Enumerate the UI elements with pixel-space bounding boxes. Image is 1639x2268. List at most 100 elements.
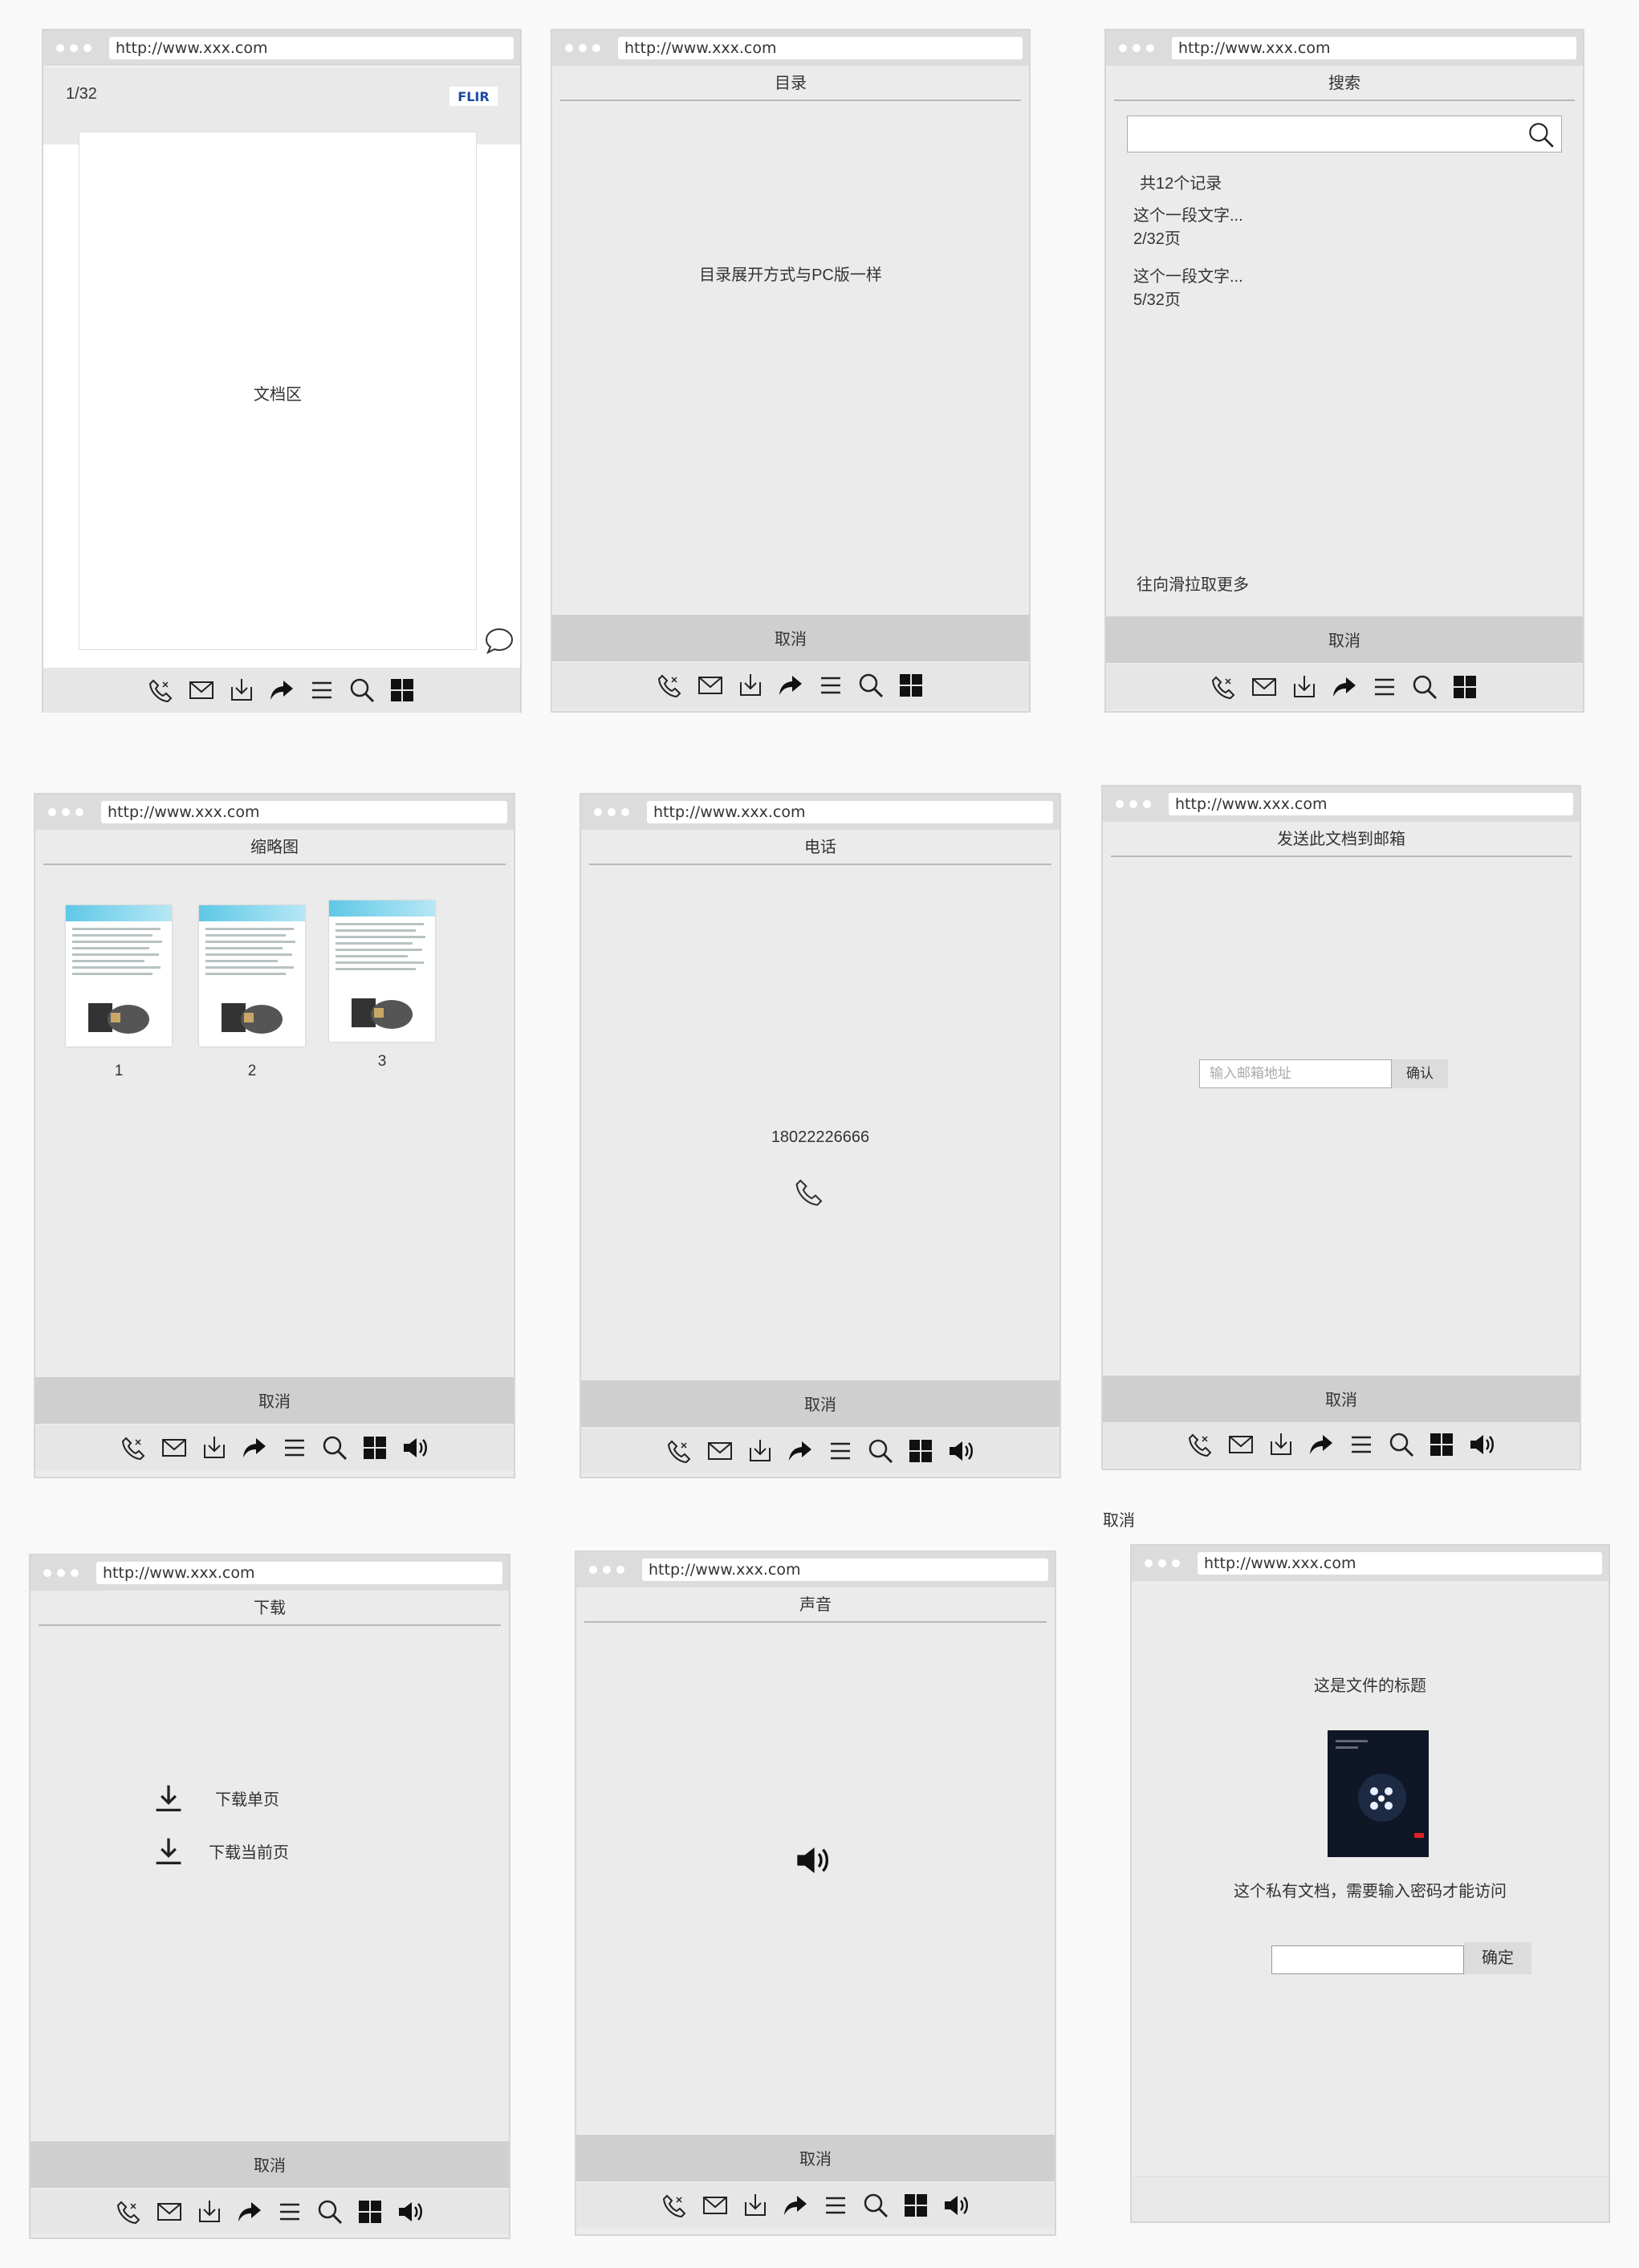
confirm-button[interactable]: 确定 (1464, 1942, 1531, 1974)
cancel-button[interactable]: 取消 (1103, 1376, 1580, 1422)
cancel-button[interactable]: 取消 (581, 1380, 1059, 1427)
search-icon[interactable] (1408, 670, 1442, 704)
mail-icon[interactable] (703, 1434, 737, 1468)
search-icon[interactable] (1526, 120, 1556, 150)
menu-icon[interactable] (305, 673, 339, 707)
page-thumbnail[interactable] (66, 905, 172, 1047)
phone-icon[interactable] (1207, 670, 1241, 704)
grid-icon[interactable] (899, 2189, 933, 2222)
result-item[interactable]: 这个一段文字... 5/32页 (1133, 263, 1243, 310)
url-field[interactable]: http://www.xxx.com (647, 801, 1053, 823)
url-field[interactable]: http://www.xxx.com (1198, 1552, 1602, 1575)
share-icon[interactable] (238, 1431, 271, 1465)
phone-icon[interactable] (1184, 1428, 1218, 1461)
menu-icon[interactable] (819, 2189, 852, 2222)
share-icon[interactable] (233, 2195, 266, 2229)
password-input[interactable] (1271, 1945, 1464, 1974)
download-single-page-option[interactable]: 下载单页 (151, 1780, 279, 1815)
grid-icon[interactable] (1425, 1428, 1458, 1461)
window-dots (1119, 44, 1154, 52)
download-icon[interactable] (734, 669, 767, 702)
menu-icon[interactable] (824, 1434, 857, 1468)
url-field[interactable]: http://www.xxx.com (1169, 793, 1573, 815)
call-icon[interactable] (793, 1175, 827, 1209)
screen-search: http://www.xxx.com 搜索 共12个记录 这个一段文字... 2… (1104, 29, 1584, 713)
search-icon[interactable] (859, 2189, 893, 2222)
mail-icon[interactable] (1247, 670, 1281, 704)
phone-icon[interactable] (658, 2189, 692, 2222)
phone-icon[interactable] (117, 1431, 151, 1465)
mail-icon[interactable] (153, 2195, 186, 2229)
download-icon[interactable] (1264, 1428, 1298, 1461)
grid-icon[interactable] (353, 2195, 387, 2229)
phone-title: 电话 (804, 839, 836, 856)
share-icon[interactable] (265, 673, 299, 707)
download-icon[interactable] (225, 673, 258, 707)
url-field[interactable]: http://www.xxx.com (642, 1559, 1048, 1581)
page-thumbnail[interactable] (329, 900, 435, 1042)
page-thumbnail[interactable] (199, 905, 305, 1047)
share-icon[interactable] (1328, 670, 1361, 704)
url-field[interactable]: http://www.xxx.com (109, 37, 514, 59)
menu-icon[interactable] (278, 1431, 311, 1465)
grid-icon[interactable] (1448, 670, 1482, 704)
download-icon[interactable] (1287, 670, 1321, 704)
result-item[interactable]: 这个一段文字... 2/32页 (1133, 202, 1243, 249)
mail-icon[interactable] (185, 673, 218, 707)
sound-icon[interactable] (398, 1431, 432, 1465)
grid-icon[interactable] (894, 669, 928, 702)
download-icon[interactable] (193, 2195, 226, 2229)
mail-icon[interactable] (693, 669, 727, 702)
confirm-button[interactable]: 确认 (1392, 1059, 1448, 1088)
url-field[interactable]: http://www.xxx.com (618, 37, 1023, 59)
grid-icon[interactable] (904, 1434, 937, 1468)
download-title: 下载 (254, 1599, 286, 1617)
download-icon[interactable] (743, 1434, 777, 1468)
search-icon[interactable] (313, 2195, 347, 2229)
share-icon[interactable] (779, 2189, 812, 2222)
cancel-button[interactable]: 取消 (552, 615, 1029, 661)
mail-icon[interactable] (698, 2189, 732, 2222)
menu-icon[interactable] (1344, 1428, 1378, 1461)
url-field[interactable]: http://www.xxx.com (96, 1562, 502, 1584)
cancel-button[interactable]: 取消 (576, 2135, 1055, 2181)
mail-icon[interactable] (157, 1431, 191, 1465)
url-field[interactable]: http://www.xxx.com (1172, 37, 1576, 59)
toc-message: 目录展开方式与PC版一样 (699, 266, 882, 284)
sound-icon[interactable] (944, 1434, 978, 1468)
cancel-button[interactable]: 取消 (35, 1377, 514, 1424)
grid-icon[interactable] (358, 1431, 392, 1465)
download-icon[interactable] (738, 2189, 772, 2222)
download-current-page-option[interactable]: 下载当前页 (151, 1833, 289, 1868)
phone-icon[interactable] (663, 1434, 697, 1468)
phone-icon[interactable] (144, 673, 178, 707)
phone-icon[interactable] (653, 669, 687, 702)
grid-icon[interactable] (385, 673, 419, 707)
sound-toggle-icon[interactable] (793, 1841, 832, 1880)
search-input[interactable] (1127, 116, 1562, 152)
mail-icon[interactable] (1224, 1428, 1258, 1461)
sound-icon[interactable] (1465, 1428, 1499, 1461)
search-icon[interactable] (318, 1431, 352, 1465)
share-icon[interactable] (1304, 1428, 1338, 1461)
share-icon[interactable] (783, 1434, 817, 1468)
email-input[interactable]: 输入邮箱地址 (1199, 1059, 1392, 1088)
cancel-button[interactable]: 取消 (31, 2141, 509, 2188)
search-icon[interactable] (345, 673, 379, 707)
speech-bubble-icon[interactable] (483, 624, 515, 656)
search-icon[interactable] (864, 1434, 897, 1468)
menu-icon[interactable] (814, 669, 848, 702)
share-icon[interactable] (774, 669, 807, 702)
search-icon[interactable] (1385, 1428, 1418, 1461)
document-area[interactable]: 文档区 (79, 132, 477, 650)
sound-icon[interactable] (393, 2195, 427, 2229)
menu-icon[interactable] (1368, 670, 1401, 704)
menu-icon[interactable] (273, 2195, 307, 2229)
phone-icon[interactable] (112, 2195, 146, 2229)
download-icon[interactable] (197, 1431, 231, 1465)
window-dots (594, 808, 629, 816)
sound-icon[interactable] (939, 2189, 973, 2222)
cancel-button[interactable]: 取消 (1106, 616, 1583, 663)
url-field[interactable]: http://www.xxx.com (101, 801, 507, 823)
search-icon[interactable] (854, 669, 888, 702)
